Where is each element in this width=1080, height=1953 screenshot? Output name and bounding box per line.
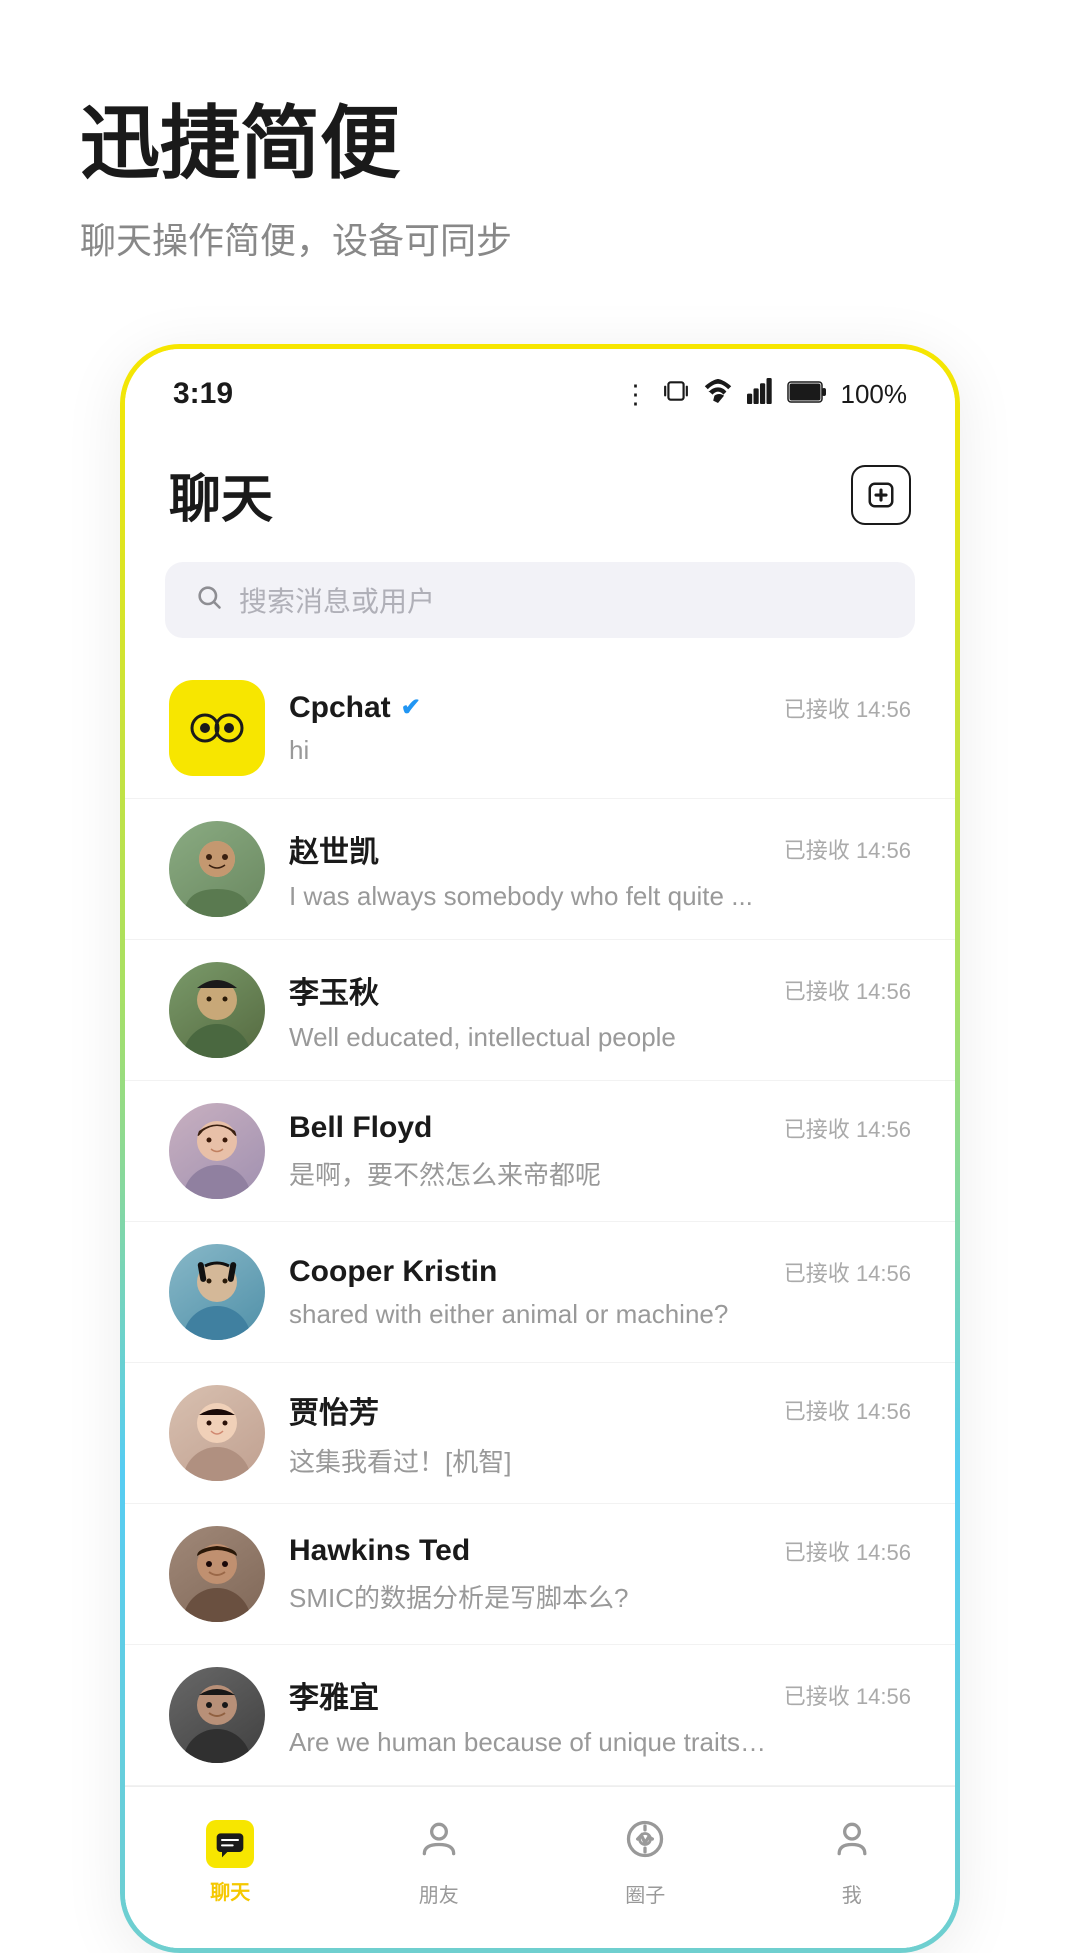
chat-timestamp: 已接收 14:56	[784, 1394, 911, 1426]
chat-name-row: Hawkins Ted 已接收 14:56	[289, 1534, 911, 1568]
chat-name-row: Cpchat ✔ 已接收 14:56	[289, 691, 911, 725]
search-placeholder-text: 搜索消息或用户	[239, 580, 435, 620]
chat-contact-name: Cpchat ✔	[289, 691, 421, 725]
status-time: 3:19	[173, 377, 233, 411]
avatar	[169, 680, 265, 776]
chat-timestamp: 已接收 14:56	[784, 974, 911, 1006]
page-header: 迅捷简便 聊天操作简便，设备可同步	[0, 0, 1080, 304]
list-item[interactable]: 贾怡芳 已接收 14:56 这集我看过！[机智]	[125, 1363, 955, 1504]
list-item[interactable]: 李玉秋 已接收 14:56 Well educated, intellectua…	[125, 940, 955, 1081]
chat-timestamp: 已接收 14:56	[784, 1535, 911, 1567]
chat-name-row: 李雅宜 已接收 14:56	[289, 1673, 911, 1717]
chat-contact-name: 贾怡芳	[289, 1388, 379, 1432]
bottom-navigation: 聊天 朋友	[125, 1786, 955, 1948]
chat-preview-text: 这集我看过！[机智]	[289, 1442, 769, 1479]
search-icon	[195, 583, 223, 618]
chat-list: Cpchat ✔ 已接收 14:56 hi	[125, 658, 955, 1786]
chat-timestamp: 已接收 14:56	[784, 692, 911, 724]
status-icons: ⋮	[623, 378, 908, 411]
chat-contact-name: Cooper Kristin	[289, 1255, 497, 1289]
list-item[interactable]: Hawkins Ted 已接收 14:56 SMIC的数据分析是写脚本么?	[125, 1504, 955, 1645]
chat-nav-icon	[206, 1820, 254, 1868]
avatar	[169, 1244, 265, 1340]
chat-preview-text: shared with either animal or machine?	[289, 1299, 769, 1330]
nav-item-circle[interactable]: 圈子	[603, 1807, 687, 1918]
nav-item-me[interactable]: 我	[810, 1807, 894, 1918]
chat-timestamp: 已接收 14:56	[784, 833, 911, 865]
app-content: 聊天 搜索消息或用户	[125, 427, 955, 1948]
chat-name-row: 贾怡芳 已接收 14:56	[289, 1388, 911, 1432]
list-item[interactable]: Bell Floyd 已接收 14:56 是啊，要不然怎么来帝都呢	[125, 1081, 955, 1222]
chat-screen-title: 聊天	[169, 457, 273, 532]
circle-nav-icon	[623, 1817, 667, 1871]
chat-contact-name: Bell Floyd	[289, 1111, 432, 1145]
avatar	[169, 1385, 265, 1481]
chat-preview-text: 是啊，要不然怎么来帝都呢	[289, 1155, 769, 1192]
nav-label-circle: 圈子	[625, 1879, 665, 1908]
chat-info: 李雅宜 已接收 14:56 Are we human because of un…	[289, 1673, 911, 1758]
chat-timestamp: 已接收 14:56	[784, 1679, 911, 1711]
list-item[interactable]: Cooper Kristin 已接收 14:56 shared with eit…	[125, 1222, 955, 1363]
list-item[interactable]: 赵世凯 已接收 14:56 I was always somebody who …	[125, 799, 955, 940]
chat-contact-name: 李雅宜	[289, 1673, 379, 1717]
chat-info: Cooper Kristin 已接收 14:56 shared with eit…	[289, 1255, 911, 1330]
chat-contact-name: 赵世凯	[289, 827, 379, 871]
chat-timestamp: 已接收 14:56	[784, 1256, 911, 1288]
chat-contact-name: 李玉秋	[289, 968, 379, 1012]
chat-info: Hawkins Ted 已接收 14:56 SMIC的数据分析是写脚本么?	[289, 1534, 911, 1615]
bluetooth-icon: ⋮	[623, 379, 649, 410]
nav-item-friends[interactable]: 朋友	[397, 1807, 481, 1918]
status-bar: 3:19 ⋮	[125, 349, 955, 427]
chat-preview-text: Are we human because of unique traits an…	[289, 1727, 769, 1758]
vibrate-icon	[663, 378, 689, 411]
list-item[interactable]: Cpchat ✔ 已接收 14:56 hi	[125, 658, 955, 799]
me-nav-icon	[830, 1817, 874, 1871]
search-bar[interactable]: 搜索消息或用户	[165, 562, 915, 638]
chat-info: Bell Floyd 已接收 14:56 是啊，要不然怎么来帝都呢	[289, 1111, 911, 1192]
chat-name-row: 赵世凯 已接收 14:56	[289, 827, 911, 871]
battery-icon	[787, 379, 827, 410]
avatar	[169, 821, 265, 917]
chat-preview-text: SMIC的数据分析是写脚本么?	[289, 1578, 769, 1615]
avatar	[169, 1667, 265, 1763]
avatar	[169, 1103, 265, 1199]
friends-nav-icon	[417, 1817, 461, 1871]
chat-preview-text: I was always somebody who felt quite ...	[289, 881, 769, 912]
phone-frame: 3:19 ⋮	[120, 344, 960, 1953]
chat-name-row: 李玉秋 已接收 14:56	[289, 968, 911, 1012]
chat-preview-text: Well educated, intellectual people	[289, 1022, 769, 1053]
signal-icon	[747, 378, 773, 411]
chat-contact-name: Hawkins Ted	[289, 1534, 470, 1568]
nav-label-me: 我	[842, 1879, 862, 1908]
avatar	[169, 1526, 265, 1622]
chat-name-row: Cooper Kristin 已接收 14:56	[289, 1255, 911, 1289]
chat-info: Cpchat ✔ 已接收 14:56 hi	[289, 691, 911, 766]
list-item[interactable]: 李雅宜 已接收 14:56 Are we human because of un…	[125, 1645, 955, 1786]
chat-info: 李玉秋 已接收 14:56 Well educated, intellectua…	[289, 968, 911, 1053]
chat-timestamp: 已接收 14:56	[784, 1112, 911, 1144]
chat-header: 聊天	[125, 427, 955, 552]
battery-percent: 100%	[841, 379, 908, 410]
chat-name-row: Bell Floyd 已接收 14:56	[289, 1111, 911, 1145]
verified-badge: ✔	[401, 693, 421, 722]
chat-preview-text: hi	[289, 735, 769, 766]
avatar	[169, 962, 265, 1058]
page-subtitle: 聊天操作简便，设备可同步	[80, 212, 1000, 264]
nav-label-chat: 聊天	[210, 1876, 250, 1905]
nav-label-friends: 朋友	[419, 1879, 459, 1908]
wifi-icon	[703, 379, 733, 410]
chat-info: 赵世凯 已接收 14:56 I was always somebody who …	[289, 827, 911, 912]
add-chat-button[interactable]	[851, 465, 911, 525]
chat-info: 贾怡芳 已接收 14:56 这集我看过！[机智]	[289, 1388, 911, 1479]
nav-item-chat[interactable]: 聊天	[186, 1810, 274, 1915]
page-title: 迅捷简便	[80, 100, 1000, 188]
